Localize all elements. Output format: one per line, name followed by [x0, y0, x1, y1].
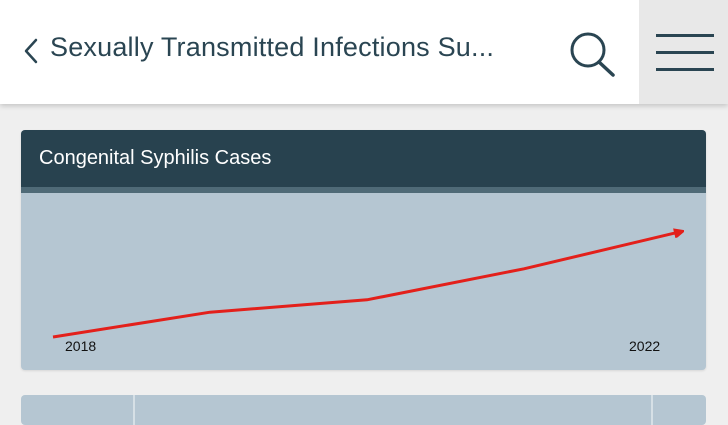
chevron-left-icon	[24, 38, 38, 64]
page-title: Sexually Transmitted Infections Su...	[50, 32, 495, 62]
chart-card[interactable]: Congenital Syphilis Cases 2018 2022	[21, 130, 706, 370]
search-icon	[570, 32, 615, 77]
x-tick-label-start: 2018	[65, 338, 96, 354]
card-title: Congenital Syphilis Cases	[39, 147, 272, 169]
x-tick-label-end: 2022	[629, 338, 660, 354]
line-chart: 2018 2022	[52, 193, 706, 354]
card-header: Congenital Syphilis Cases	[21, 130, 706, 193]
back-button[interactable]	[20, 34, 46, 68]
menu-button[interactable]	[639, 0, 728, 104]
top-app-bar: Sexually Transmitted Infections Su...	[0, 0, 728, 104]
series-line	[52, 232, 681, 339]
search-button[interactable]	[566, 28, 618, 80]
table-card	[21, 395, 706, 425]
